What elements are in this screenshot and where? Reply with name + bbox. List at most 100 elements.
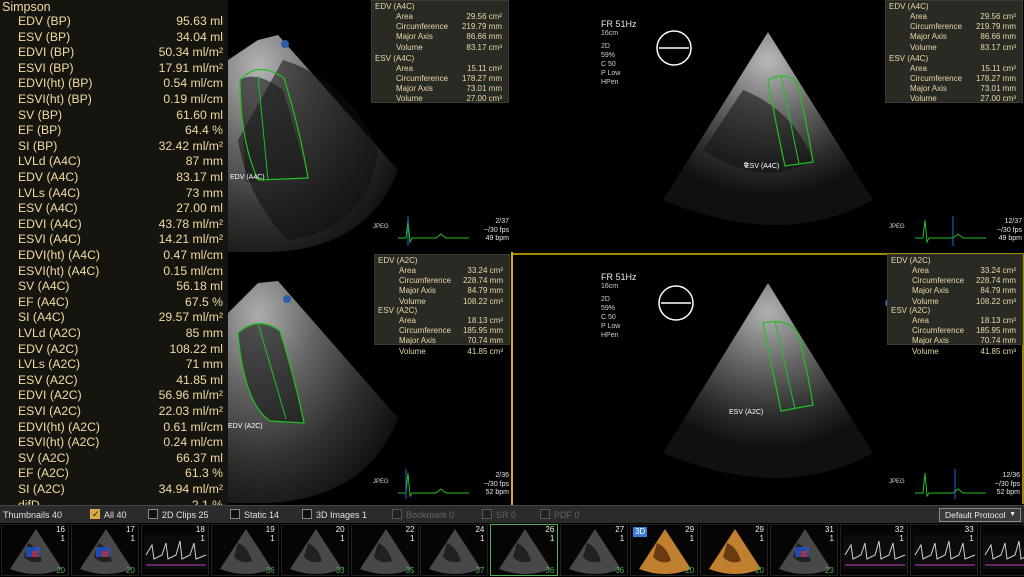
thumbnail[interactable]: 32 1: [839, 524, 908, 576]
viewport-a4c-esv[interactable]: FR 51Hz 16cm 2D 59% C 50 P Low HPen 0 ES…: [513, 0, 1024, 252]
thumbnail[interactable]: 29 1 20: [700, 524, 768, 576]
measurement-row[interactable]: ESV (BP) 34.04 ml: [0, 30, 228, 46]
protocol-dropdown[interactable]: Default Protocol ▼: [939, 508, 1021, 522]
thumbnail-index: 1: [759, 534, 764, 543]
checkbox[interactable]: [482, 509, 492, 519]
measurement-label: EDVI (A2C): [18, 388, 82, 403]
measurement-row[interactable]: LVLd (A4C) 87 mm: [0, 154, 228, 170]
measurement-row[interactable]: ESVI(ht) (BP) 0.19 ml/cm: [0, 92, 228, 108]
measurement-label: EDV (A4C): [18, 170, 79, 184]
measurement-row[interactable]: SI (A2C) 34.94 ml/m²: [0, 482, 228, 498]
measurement-row[interactable]: EDV (A2C) 108.22 ml: [0, 342, 228, 358]
ecg-trace: [915, 469, 986, 499]
measurement-row[interactable]: ESVI (BP) 17.91 ml/m²: [0, 61, 228, 77]
thumbnail-index: 1: [899, 534, 904, 543]
measurement-row[interactable]: SV (A2C) 66.37 ml: [0, 451, 228, 467]
filter-label: PDF 0: [554, 510, 580, 520]
viewport-a2c-esv[interactable]: FR 51Hz 16cm 2D 59% C 50 P Low HPen ESV …: [513, 253, 1024, 505]
filter-label: All 40: [104, 510, 127, 520]
measurement-label: EDVI(ht) (A4C): [18, 248, 100, 262]
measurement-row[interactable]: ESV (A2C) 41.85 ml: [0, 373, 228, 389]
thumbnail[interactable]: 20 1 33: [280, 524, 349, 576]
thumbnail[interactable]: 31 1 23: [769, 524, 838, 576]
thumbnail[interactable]: 341: [979, 524, 1024, 576]
measurement-title: Simpson: [2, 0, 51, 14]
measurement-label: SV (A4C): [18, 279, 70, 294]
thumbnail-number: 18: [195, 525, 205, 534]
measurement-label: EDVI (BP): [18, 45, 75, 60]
measurement-row[interactable]: EDVI(ht) (A4C) 0.47 ml/cm: [0, 248, 228, 264]
checkbox[interactable]: [392, 509, 402, 519]
thumbnail[interactable]: 27 1 36: [560, 524, 629, 576]
thumbnail-number: 32: [894, 525, 904, 534]
measurement-row[interactable]: ESV (A4C) 27.00 ml: [0, 201, 228, 217]
thumbnail-index: 1: [619, 534, 625, 543]
thumbnail-frames: 20: [685, 566, 695, 575]
measurement-label: ESV (A4C): [18, 201, 78, 216]
chevron-down-icon: ▼: [1009, 511, 1016, 518]
thumbnail-frames: 20: [56, 566, 65, 575]
thumbnail[interactable]: 17 1 20: [70, 524, 139, 576]
checkbox[interactable]: [302, 509, 312, 519]
filter-bookmark: Bookmark 0: [392, 509, 454, 521]
measurement-row[interactable]: ESVI (A4C) 14.21 ml/m²: [0, 232, 228, 248]
measurement-label: EDV (A2C): [18, 341, 79, 356]
measurement-row[interactable]: SI (BP) 32.42 ml/m²: [0, 139, 228, 155]
measurement-label: EF (BP): [18, 123, 62, 138]
thumbnail[interactable]: 18 1: [140, 524, 209, 576]
measurement-row[interactable]: EF (A2C) 61.3 %: [0, 466, 228, 482]
measurement-row[interactable]: difD 2.1 %: [0, 498, 228, 505]
measurement-row[interactable]: EDVI (A2C) 56.96 ml/m²: [0, 388, 228, 404]
measurement-row[interactable]: EDVI(ht) (BP) 0.54 ml/cm: [0, 76, 228, 92]
checkbox[interactable]: [230, 509, 240, 519]
checkbox[interactable]: [540, 509, 550, 519]
thumbnail[interactable]: 19 1 36: [210, 524, 279, 576]
thumbnail-index: 1: [479, 534, 485, 543]
thumbnail-index: 1: [969, 534, 974, 543]
measurement-row[interactable]: ESVI(ht) (A4C) 0.15 ml/cm: [0, 264, 228, 280]
thumbnail[interactable]: 22 1 35: [350, 524, 419, 576]
measurement-row[interactable]: EDVI(ht) (A2C) 0.61 ml/cm: [0, 420, 228, 436]
thumbnail-number: 17: [125, 525, 135, 534]
thumbnail-number: 20: [335, 525, 345, 534]
measurement-row[interactable]: EDVI (A4C) 43.78 ml/m²: [0, 217, 228, 233]
measurement-row[interactable]: ESVI(ht) (A2C) 0.24 ml/cm: [0, 435, 228, 451]
thumbnail-index: 1: [340, 534, 345, 543]
measurement-row[interactable]: EF (BP) 64.4 %: [0, 123, 228, 139]
filter-static[interactable]: Static 14: [230, 509, 279, 521]
ecg-trace: [915, 216, 986, 246]
thumbnail-number: 29: [685, 525, 695, 534]
measurement-row[interactable]: EDVI (BP) 50.34 ml/m²: [0, 45, 228, 61]
measurement-row[interactable]: LVLs (A4C) 73 mm: [0, 186, 228, 202]
frame-info: 2/37 ~/30 fps 49 bpm: [484, 218, 509, 244]
viewport-a2c-edv[interactable]: EDV (A2C) EDV (A2C) Area 33.24 cm² Circum…: [228, 253, 511, 505]
measurement-row[interactable]: LVLd (A2C) 85 mm: [0, 326, 228, 342]
filter-label: SR 0: [496, 510, 517, 520]
measurement-row[interactable]: SV (BP) 61.60 ml: [0, 108, 228, 124]
thumbnail-number: 27: [615, 525, 625, 534]
measurement-row[interactable]: LVLs (A2C) 71 mm: [0, 357, 228, 373]
thumbnail[interactable]: 33 1: [909, 524, 978, 576]
measurement-value: 64.4 %: [185, 123, 223, 138]
thumbnail[interactable]: 24 1 37: [420, 524, 489, 576]
thumbnail[interactable]: 3D 29 1 20: [630, 524, 699, 576]
filter-label: 2D Clips 25: [162, 510, 209, 520]
thumbnail[interactable]: 26 1 36: [490, 524, 559, 576]
filter-2d-clips[interactable]: 2D Clips 25: [148, 509, 209, 521]
measurement-row[interactable]: EF (A4C) 67.5 %: [0, 295, 228, 311]
measurement-row[interactable]: EDV (A4C) 83.17 ml: [0, 170, 228, 186]
checkbox[interactable]: [90, 508, 100, 520]
measurement-row[interactable]: SI (A4C) 29.57 ml/m²: [0, 310, 228, 326]
thumbnail[interactable]: 16 1 20: [1, 524, 69, 576]
measurement-label: EDV (BP): [18, 14, 71, 28]
measurement-value: 2.1 %: [191, 497, 223, 505]
measurement-label: SV (A2C): [18, 450, 70, 465]
filter-all[interactable]: All 40: [90, 508, 127, 521]
frame-rate: ~/30 fps: [483, 226, 509, 234]
filter-3d-images[interactable]: 3D Images 1: [302, 509, 367, 521]
checkbox[interactable]: [148, 509, 158, 519]
measurement-row[interactable]: SV (A4C) 56.18 ml: [0, 279, 228, 295]
measurement-row[interactable]: EDV (BP) 95.63 ml: [0, 14, 228, 30]
thumbnail-number: 22: [405, 525, 415, 534]
measurement-row[interactable]: ESVI (A2C) 22.03 ml/m²: [0, 404, 228, 420]
